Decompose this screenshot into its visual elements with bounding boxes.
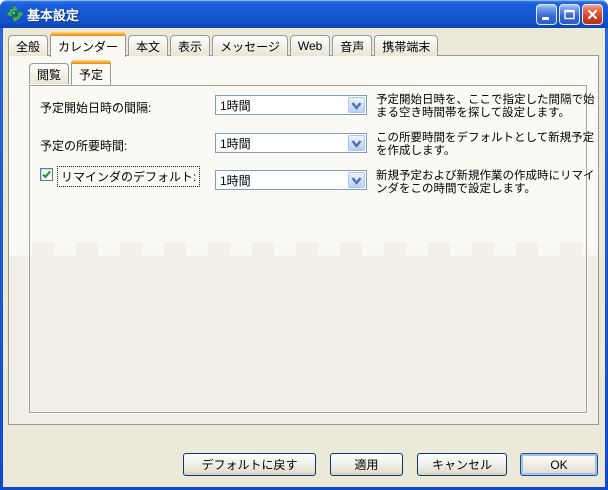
title-bar[interactable]: 基本設定 xyxy=(0,0,608,28)
window-title: 基本設定 xyxy=(27,5,536,24)
app-icon xyxy=(7,6,23,22)
chevron-down-icon xyxy=(351,101,362,110)
duration-value: 1時間 xyxy=(216,135,348,152)
chevron-down-icon xyxy=(351,139,362,148)
tab-body[interactable]: 本文 xyxy=(128,35,168,56)
reminder-checkbox[interactable] xyxy=(40,168,53,181)
minimize-icon xyxy=(540,8,553,21)
reminder-label[interactable]: リマインダのデフォルト: xyxy=(57,166,200,187)
close-icon xyxy=(586,8,599,21)
tab-calendar[interactable]: カレンダー xyxy=(50,32,126,57)
chevron-down-icon xyxy=(351,176,362,185)
subtab-schedule[interactable]: 予定 xyxy=(71,60,111,85)
reminder-value: 1時間 xyxy=(216,172,348,189)
reminder-description: 新規予定および新規作業の作成時にリマインダをこの時間で設定します。 xyxy=(376,170,604,196)
schedule-group-frame: 予定開始日時の間隔: 1時間 予定開始日時を、ここで指定した間隔で始まる空き時間… xyxy=(29,85,587,413)
duration-select[interactable]: 1時間 xyxy=(215,133,367,153)
sub-tab-strip: 閲覧 予定 xyxy=(29,58,111,84)
start-interval-value: 1時間 xyxy=(216,97,348,114)
tab-mobile[interactable]: 携帯端末 xyxy=(374,35,438,56)
reminder-dropdown-button[interactable] xyxy=(348,172,365,188)
start-interval-label: 予定開始日時の間隔: xyxy=(40,99,151,116)
start-interval-select[interactable]: 1時間 xyxy=(215,95,367,115)
apply-button[interactable]: 適用 xyxy=(330,453,403,476)
start-interval-description: 予定開始日時を、ここで指定した間隔で始まる空き時間帯を探して設定します。 xyxy=(376,94,604,120)
maximize-button[interactable] xyxy=(559,4,580,25)
tab-web[interactable]: Web xyxy=(290,35,330,56)
maximize-icon xyxy=(563,8,576,21)
checkmark-icon xyxy=(41,169,52,180)
dialog-window: 基本設定 xyxy=(0,0,608,490)
main-tab-strip: 全般 カレンダー 本文 表示 メッセージ Web 音声 携帯端末 xyxy=(8,31,438,56)
cancel-button[interactable]: キャンセル xyxy=(417,453,507,476)
dialog-client-area: 全般 カレンダー 本文 表示 メッセージ Web 音声 携帯端末 閲覧 予定 予… xyxy=(3,28,605,487)
ok-button[interactable]: OK xyxy=(520,453,598,476)
tab-display[interactable]: 表示 xyxy=(170,35,210,56)
subtab-browse[interactable]: 閲覧 xyxy=(29,63,69,84)
duration-description: この所要時間をデフォルトとして新規予定を作成します。 xyxy=(376,132,604,158)
minimize-button[interactable] xyxy=(536,4,557,25)
tab-message[interactable]: メッセージ xyxy=(212,35,288,56)
duration-dropdown-button[interactable] xyxy=(348,135,365,151)
reminder-select[interactable]: 1時間 xyxy=(215,170,367,190)
close-button[interactable] xyxy=(582,4,603,25)
tab-voice[interactable]: 音声 xyxy=(332,35,372,56)
tab-general[interactable]: 全般 xyxy=(8,35,48,56)
duration-label: 予定の所要時間: xyxy=(40,137,127,154)
calendar-tab-page: 閲覧 予定 予定開始日時の間隔: 1時間 予定開始日時を、ここで指定した間隔で始… xyxy=(8,55,599,425)
restore-defaults-button[interactable]: デフォルトに戻す xyxy=(183,453,316,476)
start-interval-dropdown-button[interactable] xyxy=(348,97,365,113)
